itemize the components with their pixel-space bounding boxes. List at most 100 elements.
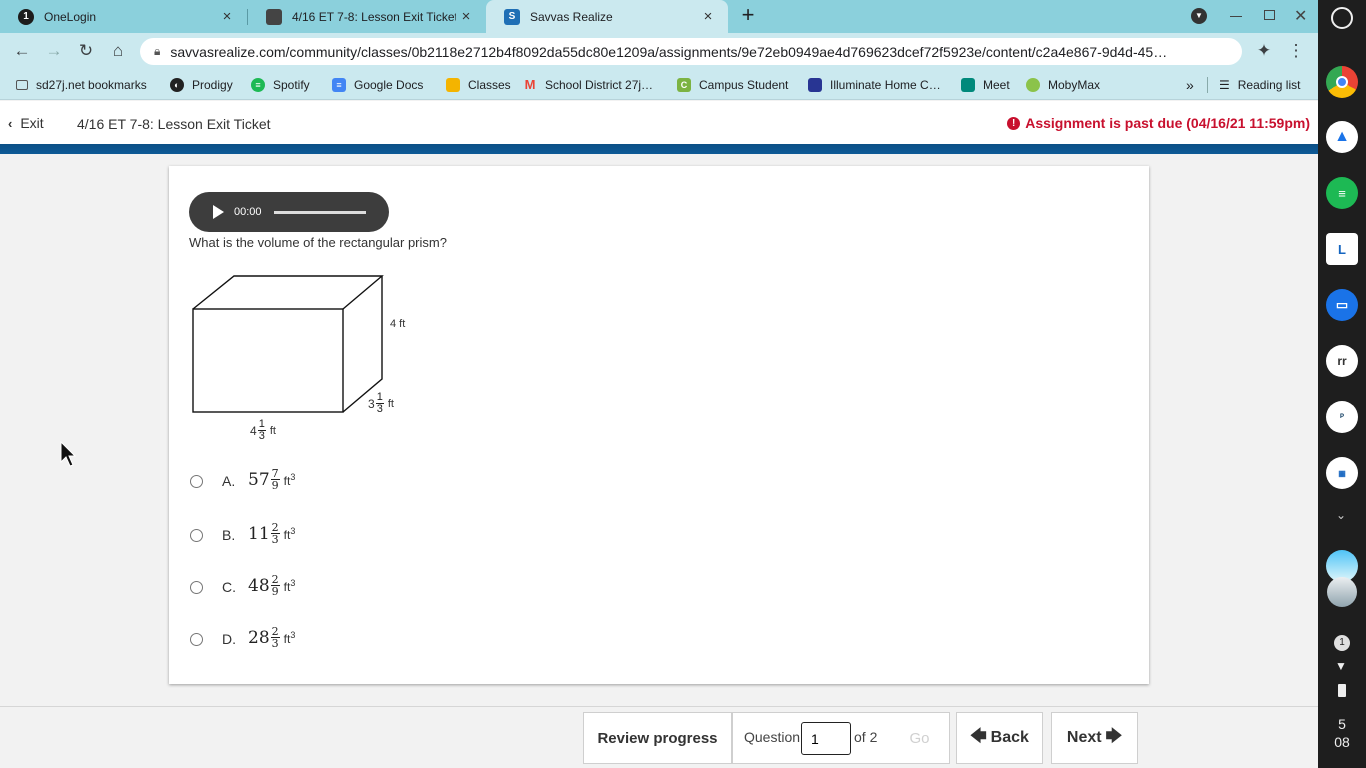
past-due-text: Assignment is past due (04/16/21 11:59pm… (1025, 115, 1310, 131)
more-bookmarks-button[interactable]: » (1186, 69, 1194, 100)
wifi-icon: ▼ (1335, 659, 1347, 673)
savvas-icon: S (504, 8, 520, 25)
classroom-icon (446, 77, 460, 92)
tab-savvas-realize[interactable]: S Savvas Realize × (486, 0, 728, 33)
option-denominator: 9 (271, 585, 279, 598)
address-bar[interactable]: 🔒︎ savvasrealize.com/community/classes/0… (140, 38, 1242, 65)
campus-icon: C (677, 77, 691, 92)
audio-time: 00:00 (234, 206, 262, 218)
bookmark-item[interactable]: Classes (446, 69, 511, 100)
bookmark-label: sd27j.net bookmarks (36, 77, 147, 92)
chevron-left-icon: ‹ (8, 115, 13, 131)
exit-button[interactable]: ‹ Exit (8, 115, 44, 131)
past-due-notice: ! Assignment is past due (04/16/21 11:59… (1007, 115, 1310, 131)
home-icon[interactable]: ⌂ (104, 37, 132, 65)
review-progress-button[interactable]: Review progress (583, 712, 732, 764)
next-button[interactable]: Next 🡆 (1051, 712, 1138, 764)
forward-arrow-icon[interactable]: → (40, 37, 68, 65)
new-tab-button[interactable]: + (737, 4, 759, 28)
reading-list-button[interactable]: ☰ Reading list (1219, 69, 1300, 100)
chevron-down-icon[interactable]: ⌄ (1336, 508, 1346, 522)
restore-icon[interactable] (1264, 10, 1275, 20)
prism-front-face (192, 308, 344, 413)
menu-kebab-icon[interactable]: ⋮ (1282, 37, 1310, 65)
files-icon[interactable]: ▭ (1326, 289, 1358, 321)
radio-button[interactable] (190, 474, 203, 488)
close-icon[interactable]: × (217, 8, 237, 25)
radio-button[interactable] (190, 580, 203, 594)
radio-button[interactable] (190, 632, 203, 646)
lexia-app-icon[interactable]: L (1326, 233, 1358, 265)
mobymax-icon (1026, 77, 1040, 92)
tab-search-icon[interactable]: ▼ (1191, 8, 1207, 24)
lock-icon: 🔒︎ (154, 44, 161, 58)
bookmark-item[interactable]: Illuminate Home C… (808, 69, 941, 100)
gmail-icon: M (524, 77, 536, 92)
assignment-header: ‹ Exit 4/16 ET 7-8: Lesson Exit Ticket !… (0, 101, 1318, 144)
bookmark-item[interactable]: ≡ Spotify (251, 69, 310, 100)
option-value: 48 29 ft3 (248, 574, 295, 597)
bookmark-label: Google Docs (354, 77, 424, 92)
reading-list-icon: ☰ (1219, 77, 1230, 92)
answer-option-b[interactable]: B. 11 23 ft3 (187, 520, 295, 550)
option-value: 57 79 ft3 (248, 468, 295, 491)
pearson-app-icon[interactable]: P (1326, 401, 1358, 433)
notification-count-badge[interactable]: 1 (1334, 635, 1350, 651)
option-letter: C. (222, 579, 236, 595)
question-total: of 2 (854, 729, 878, 745)
folder-icon (16, 79, 28, 90)
prism-top-face (192, 275, 384, 310)
google-docs-icon: ≡ (332, 77, 346, 92)
bookmark-label: Meet (983, 77, 1010, 92)
bookmark-label: MobyMax (1048, 77, 1101, 92)
bookmark-item[interactable]: sd27j.net bookmarks (16, 69, 147, 100)
option-exponent: 3 (290, 629, 296, 640)
audio-progress-bar[interactable] (273, 210, 366, 214)
minimize-icon[interactable] (1230, 16, 1242, 17)
back-arrow-icon[interactable]: ← (8, 37, 36, 65)
go-button[interactable]: Go (893, 712, 946, 764)
bookmark-item[interactable]: M School District 27j… (523, 69, 653, 100)
tab-lesson-exit-ticket[interactable]: 4/16 ET 7-8: Lesson Exit Ticket × (248, 0, 486, 33)
avatar[interactable] (1327, 577, 1357, 607)
bookmark-item[interactable]: C Campus Student (677, 69, 788, 100)
close-icon[interactable]: × (698, 8, 718, 25)
depth-unit: ft (387, 397, 394, 410)
option-whole: 48 (248, 575, 270, 596)
question-number-input[interactable] (801, 722, 851, 755)
radio-button[interactable] (190, 528, 203, 542)
bookmark-label: Campus Student (699, 77, 789, 92)
answer-option-a[interactable]: A. 57 79 ft3 (187, 466, 295, 496)
option-denominator: 3 (271, 637, 279, 650)
clock-hour: 5 (1338, 716, 1346, 732)
chrome-icon[interactable] (1326, 66, 1358, 98)
spotify-icon[interactable]: ≡ (1326, 177, 1358, 209)
bookmark-item[interactable]: ◐ Prodigy (170, 69, 233, 100)
launcher-icon[interactable] (1331, 7, 1353, 29)
option-whole: 11 (248, 523, 270, 544)
option-letter: A. (222, 473, 236, 489)
bookmark-label: Illuminate Home C… (830, 77, 941, 92)
reload-icon[interactable]: ↻ (72, 37, 100, 65)
bookmark-item[interactable]: ≡ Google Docs (332, 69, 423, 100)
extensions-puzzle-icon[interactable]: ✦ (1250, 37, 1278, 65)
close-icon[interactable]: × (456, 8, 476, 25)
google-drive-icon[interactable]: ▲ (1326, 121, 1358, 153)
bookmark-item[interactable]: Meet (961, 69, 1010, 100)
bookmark-item[interactable]: MobyMax (1026, 69, 1100, 100)
option-exponent: 3 (290, 471, 296, 482)
window-close-icon[interactable]: ✕ (1294, 6, 1307, 26)
app-icon[interactable]: rr (1326, 345, 1358, 377)
tab-onelogin[interactable]: 1 OneLogin × (0, 0, 247, 33)
answer-option-c[interactable]: C. 48 29 ft3 (187, 572, 295, 602)
bookmark-divider (1207, 77, 1208, 93)
play-icon[interactable] (213, 205, 224, 219)
prodigy-icon: ◐ (170, 77, 184, 92)
back-button[interactable]: 🡄 Back (956, 712, 1043, 764)
app-icon[interactable]: ▦ (1326, 457, 1358, 489)
onelogin-icon: 1 (18, 8, 34, 25)
answer-option-d[interactable]: D. 28 23 ft3 (187, 624, 295, 654)
back-label: Back (990, 729, 1029, 746)
clock-minute: 08 (1334, 734, 1350, 750)
rectangular-prism-figure (192, 275, 384, 413)
